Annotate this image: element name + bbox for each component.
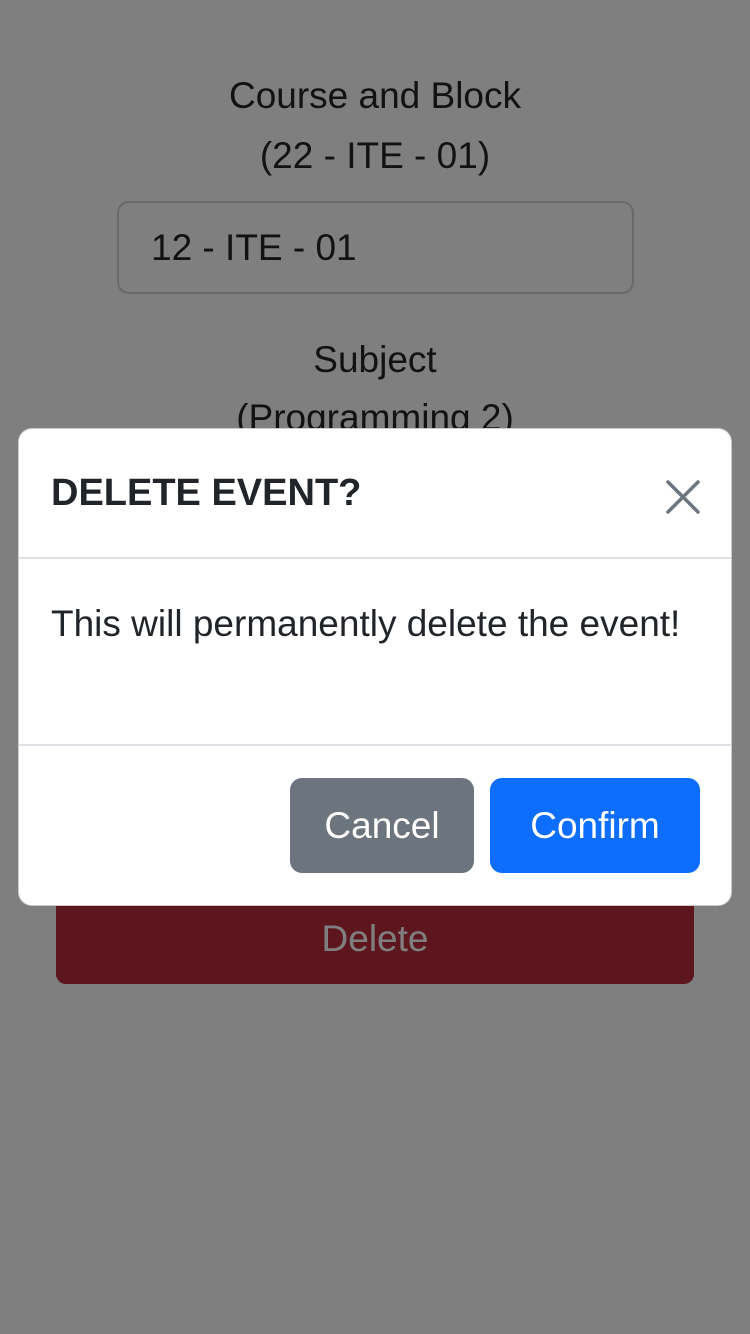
confirm-button[interactable]: Confirm [490, 778, 700, 873]
cancel-button[interactable]: Cancel [290, 778, 474, 873]
close-icon [666, 480, 700, 514]
modal-body: This will permanently delete the event! [19, 559, 731, 746]
edit-event-page: Course and Block (22 - ITE - 01) Subject… [0, 0, 750, 1334]
modal-message: This will permanently delete the event! [51, 603, 681, 644]
modal-title: DELETE EVENT? [51, 472, 362, 514]
modal-header: DELETE EVENT? [19, 429, 731, 559]
delete-event-modal: DELETE EVENT? This will permanently dele… [18, 428, 732, 906]
modal-footer: Cancel Confirm [19, 746, 731, 905]
modal-close-button[interactable] [653, 467, 713, 527]
